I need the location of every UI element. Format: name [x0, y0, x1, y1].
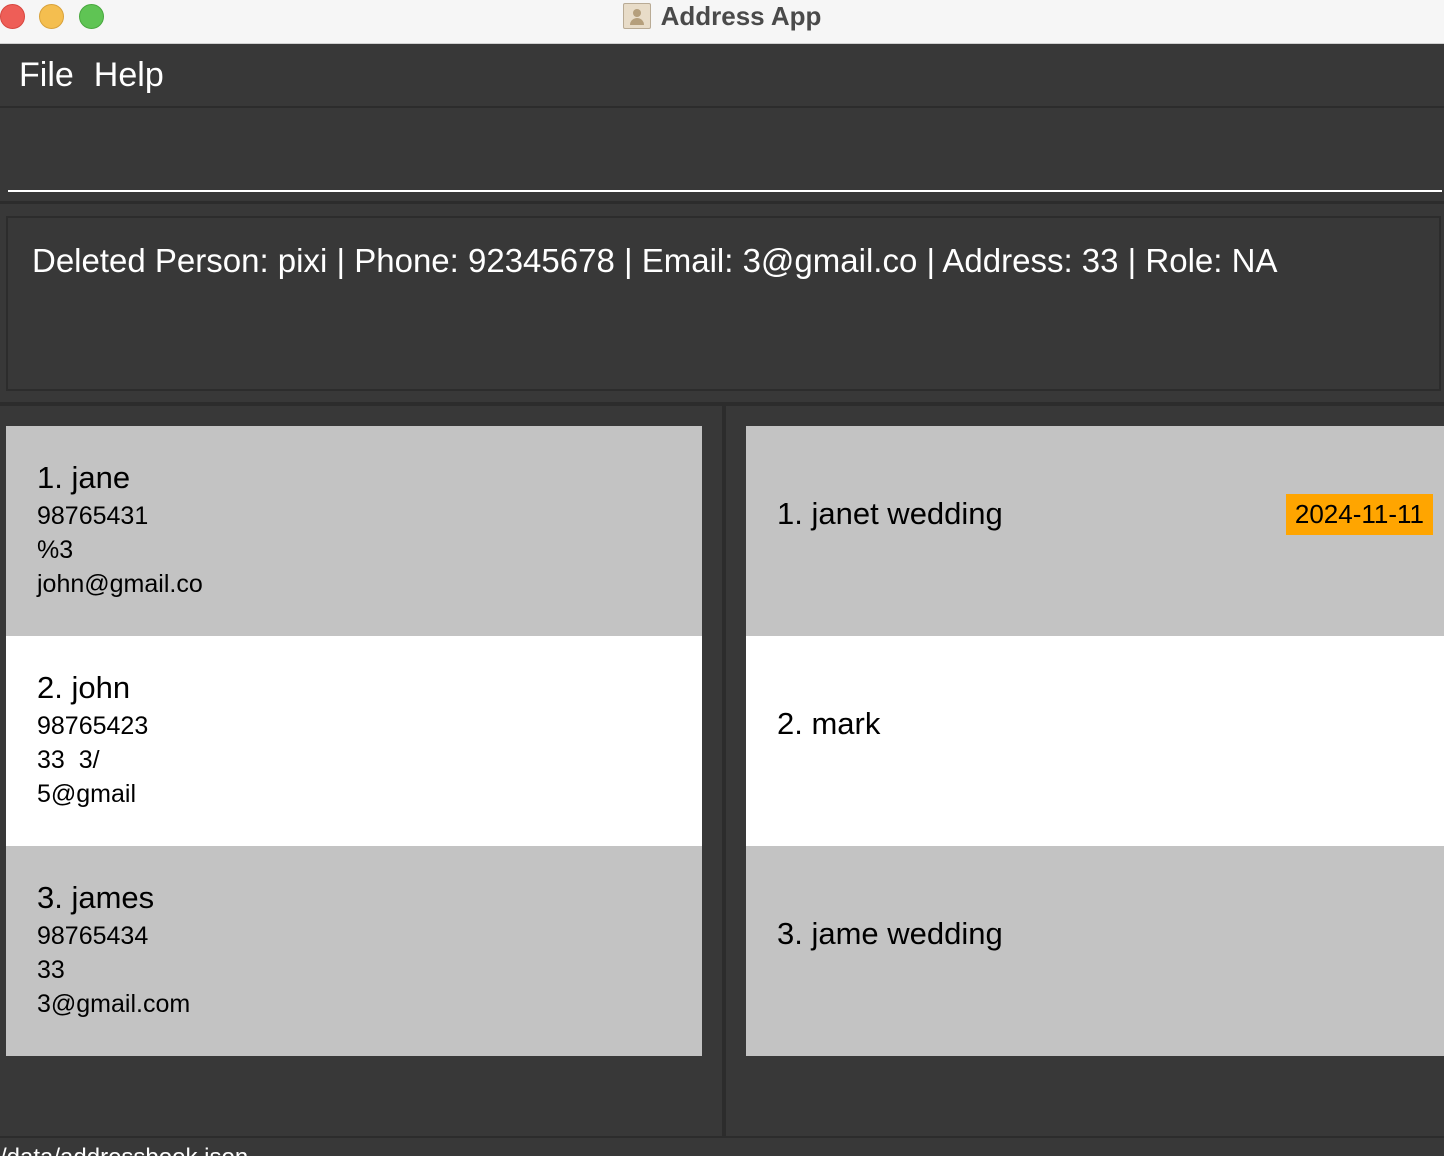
address-book-icon: [622, 3, 651, 29]
command-box: [0, 110, 1444, 204]
event-card[interactable]: 2. mark: [746, 636, 1444, 846]
menu-file[interactable]: File: [19, 56, 74, 95]
event-card[interactable]: 3. jame wedding: [746, 846, 1444, 1056]
command-input[interactable]: [8, 120, 1442, 192]
person-name: 2. john: [37, 670, 131, 705]
person-list-panel[interactable]: 1. jane 98765431 %3 john@gmail.co 2. joh…: [0, 406, 722, 1136]
event-name: 2. mark: [777, 706, 881, 741]
event-date-badge: 2024-11-11: [1285, 494, 1433, 535]
menu-help[interactable]: Help: [94, 56, 164, 95]
person-email: john@gmail.co: [37, 570, 203, 598]
person-phone: 98765431: [37, 502, 149, 530]
person-email: 3@gmail.com: [37, 990, 191, 1018]
event-card[interactable]: 1. janet wedding 2024-11-11: [746, 426, 1444, 636]
menu-bar: File Help: [0, 44, 1444, 108]
event-list-panel[interactable]: 1. janet wedding 2024-11-11 2. mark 3. j…: [726, 406, 1444, 1136]
person-email: 5@gmail: [37, 780, 137, 808]
person-address: 33: [37, 956, 65, 984]
window-title-group: Address App: [0, 0, 1444, 32]
title-bar: Address App: [0, 0, 1444, 44]
event-name: 3. jame wedding: [777, 916, 1003, 951]
result-message: Deleted Person: pixi | Phone: 92345678 |…: [32, 242, 1278, 279]
person-card[interactable]: 1. jane 98765431 %3 john@gmail.co: [6, 426, 702, 636]
person-card[interactable]: 2. john 98765423 33 3/ 5@gmail: [6, 636, 702, 846]
person-name: 1. jane: [37, 460, 131, 495]
person-card[interactable]: 3. james 98765434 33 3@gmail.com: [6, 846, 702, 1056]
person-phone: 98765434: [37, 922, 149, 950]
save-location-path: /data/addressbook.json: [0, 1144, 248, 1156]
person-address: %3: [37, 536, 74, 564]
person-address: 33 3/: [37, 746, 100, 774]
window-title: Address App: [660, 0, 822, 31]
status-bar: /data/addressbook.json: [0, 1136, 1444, 1156]
event-name: 1. janet wedding: [777, 496, 1003, 531]
result-display: Deleted Person: pixi | Phone: 92345678 |…: [6, 216, 1441, 391]
person-phone: 98765423: [37, 712, 149, 740]
person-name: 3. james: [37, 880, 155, 915]
